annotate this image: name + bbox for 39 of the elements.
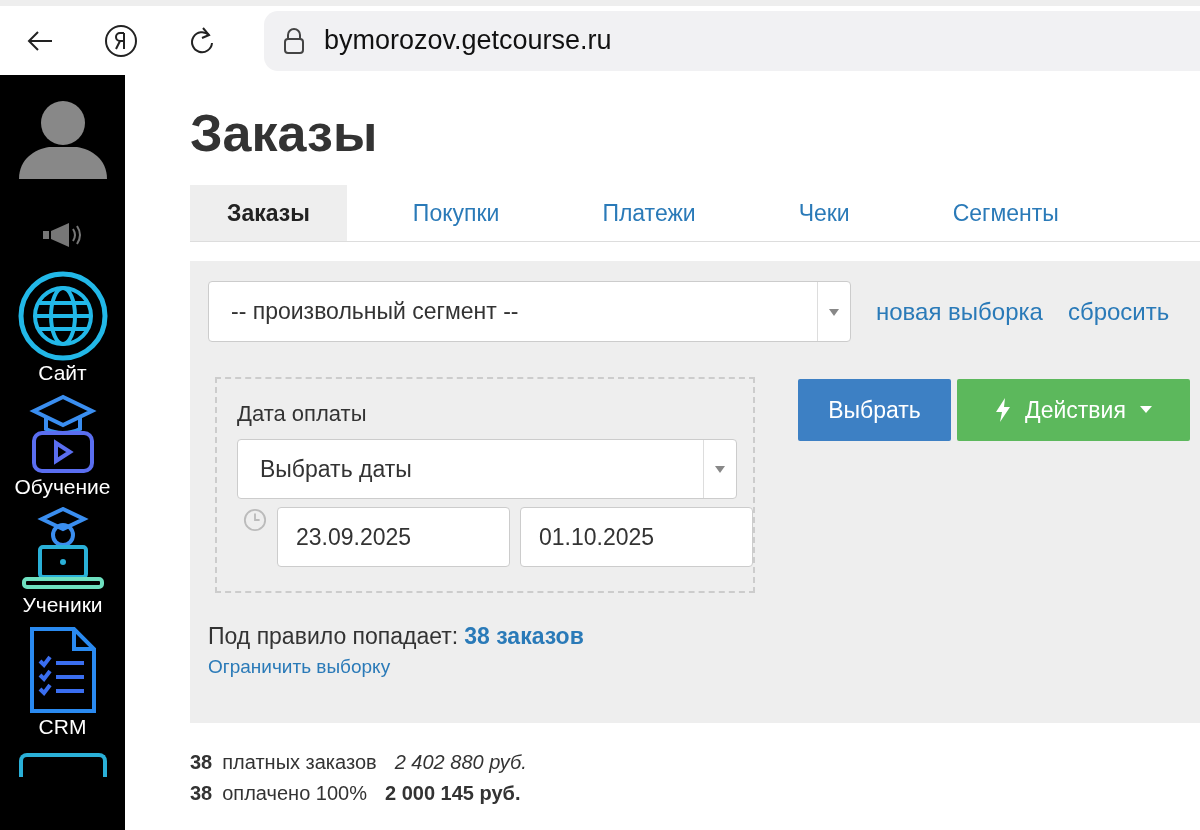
tab[interactable]: Чеки	[761, 185, 887, 241]
sidebar-item[interactable]: Ученики	[19, 507, 106, 617]
sidebar-item[interactable]: Обучение	[14, 393, 111, 499]
tab[interactable]: Заказы	[190, 185, 347, 241]
caret-icon	[1139, 406, 1152, 414]
reload-icon[interactable]	[188, 25, 216, 56]
tab[interactable]: Покупки	[375, 185, 537, 241]
orders-count-link[interactable]: 38 заказов	[464, 623, 584, 649]
tab[interactable]: Платежи	[565, 185, 733, 241]
segment-select[interactable]: -- произвольный сегмент --	[208, 281, 851, 342]
address-bar[interactable]: bymorozov.getcourse.ru	[264, 10, 1200, 71]
globe-icon	[17, 271, 108, 361]
stat-label: платных заказов	[222, 751, 377, 774]
browser-logo-icon[interactable]	[104, 23, 138, 58]
date-to-field[interactable]: 01.10.2025	[520, 507, 753, 567]
stat-amount: 2 402 880 руб.	[394, 751, 527, 774]
clock-icon	[243, 507, 267, 533]
sidebar-item[interactable]: Сайт	[17, 271, 108, 385]
speaker-icon[interactable]	[42, 223, 83, 247]
lock-icon	[282, 26, 306, 55]
filter-link[interactable]: новая выборка	[876, 297, 1043, 326]
sidebar-item[interactable]: CRM	[27, 625, 98, 739]
select-button[interactable]: Выбрать	[798, 379, 951, 441]
date-from-field[interactable]: 23.09.2025	[277, 507, 510, 567]
checklist-document-icon	[27, 625, 98, 715]
date-range-select[interactable]: Выбрать даты	[237, 439, 737, 499]
stat-label: оплачено 100%	[222, 782, 367, 805]
stat-amount: 2 000 145 руб.	[385, 782, 521, 805]
back-arrow-icon[interactable]	[26, 28, 54, 53]
tab[interactable]: Сегменты	[915, 185, 1096, 241]
rule-text: Под правило попадает:	[208, 623, 459, 649]
page-title: Заказы	[190, 103, 379, 163]
filter-link[interactable]: сбросить	[1067, 297, 1170, 326]
stat-count: 38	[190, 751, 213, 774]
date-label: Дата оплаты	[237, 401, 368, 427]
stat-count: 38	[190, 782, 213, 805]
limit-selection-link[interactable]: Ограничить выборку	[208, 656, 1200, 678]
lightning-icon	[995, 398, 1012, 422]
graduation-video-icon	[27, 393, 98, 475]
